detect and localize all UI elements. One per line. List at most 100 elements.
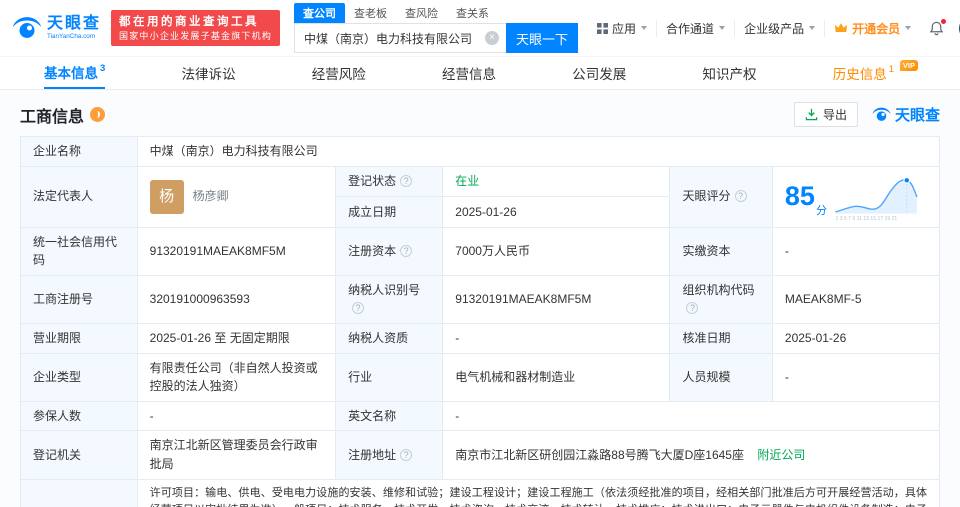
- info-icon[interactable]: ?: [400, 448, 413, 461]
- table-row: 营业期限 2025-01-26 至 无固定期限 纳税人资质 - 核准日期 202…: [20, 322, 941, 354]
- notification-bell[interactable]: [920, 17, 953, 36]
- tab-basic-info[interactable]: 基本信息 3: [44, 57, 106, 89]
- field-value-reg-authority: 南京江北新区管理委员会行政审批局: [136, 430, 337, 480]
- export-button[interactable]: 导出: [793, 102, 858, 127]
- menu-apps[interactable]: 应用: [588, 20, 656, 37]
- field-label-business-term: 营业期限: [20, 322, 138, 354]
- field-value-legal-rep: 杨 杨彦卿: [136, 165, 337, 228]
- field-label-staff-size: 人员规模: [669, 352, 773, 402]
- tianyancha-company-page: 天眼查 TianYanCha.com 都在用的商业查询工具 国家中小企业发展子基…: [0, 0, 960, 507]
- brand-watermark: 天眼查: [872, 104, 940, 125]
- field-label-score: 天眼评分?: [669, 165, 773, 228]
- score-axis-labels: 1 3 5 7 9 11 13 15 17 19 21: [835, 216, 897, 222]
- legal-rep-name[interactable]: 杨彦卿: [193, 187, 229, 206]
- field-label-reg-address: 注册地址?: [335, 430, 444, 480]
- tab-company-development[interactable]: 公司发展: [572, 57, 626, 89]
- field-label-english-name: 英文名称: [335, 400, 444, 432]
- tab-label: 历史信息: [832, 67, 887, 82]
- info-icon[interactable]: ?: [352, 302, 365, 315]
- main-content: 工商信息 导出 天眼查 企业名称 中煤（南京）电力科技有限公司 法定代表人 杨 …: [0, 90, 960, 507]
- tab-label: 法律诉讼: [181, 67, 236, 82]
- tab-legal-litigation[interactable]: 法律诉讼: [182, 57, 236, 89]
- menu-vip-label: 开通会员: [852, 21, 901, 36]
- field-label-legal-rep: 法定代表人: [20, 165, 138, 228]
- field-value-paid-capital: -: [771, 226, 941, 276]
- field-value-reg-capital: 7000万人民币: [442, 226, 671, 276]
- tab-intellectual-property[interactable]: 知识产权: [702, 57, 756, 89]
- notification-dot: [940, 17, 948, 25]
- chevron-down-icon: [719, 26, 726, 30]
- section-header: 工商信息 导出 天眼查: [20, 90, 940, 136]
- info-icon[interactable]: ?: [400, 244, 413, 257]
- field-label-business-scope: 经营范围: [20, 478, 138, 507]
- tianyancha-eye-icon: [12, 17, 42, 38]
- tab-label: 基本信息: [44, 66, 98, 81]
- field-value-org-code: MAEAK8MF-5: [771, 274, 941, 324]
- field-label-org-code: 组织机构代码?: [669, 274, 773, 324]
- legal-rep-avatar[interactable]: 杨: [149, 179, 184, 214]
- top-menu: 应用 合作通道 企业级产品 开通会员: [588, 15, 960, 41]
- tab-badge: 3: [100, 62, 106, 74]
- field-value-taxpayer-id: 91320191MAEAK8MF5M: [442, 274, 671, 324]
- field-label-industry: 行业: [335, 352, 444, 402]
- info-icon[interactable]: ?: [686, 302, 699, 315]
- tab-label: 公司发展: [572, 67, 627, 82]
- promo-banner[interactable]: 都在用的商业查询工具 国家中小企业发展子基金旗下机构: [111, 9, 281, 47]
- header-search: 查公司 查老板 查风险 查关系 × 天眼一下: [294, 3, 579, 53]
- search-tab-company[interactable]: 查公司: [294, 3, 346, 23]
- field-value-approval-date: 2025-01-26: [771, 322, 941, 354]
- brand-name: 天眼查: [894, 107, 940, 124]
- nearby-companies-link[interactable]: 附近公司: [757, 448, 805, 462]
- tab-operating-risk[interactable]: 经营风险: [312, 57, 366, 89]
- score-value[interactable]: 85: [785, 183, 815, 210]
- tab-label: 经营风险: [311, 67, 366, 82]
- field-value-reg-address: 南京市江北新区研创园江淼路88号腾飞大厦D座1645座 附近公司: [442, 430, 940, 480]
- tab-label: 知识产权: [702, 67, 757, 82]
- tab-history-info[interactable]: 历史信息 1 VIP: [832, 57, 918, 89]
- promo-line1: 都在用的商业查询工具: [119, 15, 260, 28]
- field-value-staff-size: -: [771, 352, 941, 402]
- tab-badge: 1: [888, 63, 894, 75]
- menu-cooperation-label: 合作通道: [666, 21, 715, 36]
- field-label-company-name: 企业名称: [20, 136, 138, 167]
- tab-operating-info[interactable]: 经营信息: [442, 57, 496, 89]
- search-input[interactable]: [294, 23, 507, 53]
- section-title: 工商信息: [20, 103, 106, 127]
- field-label-credit-code: 统一社会信用代码: [20, 226, 138, 276]
- table-row: 统一社会信用代码 91320191MAEAK8MF5M 注册资本? 7000万人…: [20, 226, 941, 276]
- menu-open-vip[interactable]: 开通会员: [824, 19, 920, 37]
- tianyancha-logo[interactable]: 天眼查 TianYanCha.com: [12, 13, 101, 43]
- field-value-credit-code: 91320191MAEAK8MF5M: [136, 226, 337, 276]
- table-row: 法定代表人 杨 杨彦卿 登记状态? 在业 天眼评分? 85 分 1 3 5 7 …: [20, 165, 941, 228]
- clear-search-icon[interactable]: ×: [485, 31, 500, 45]
- user-account[interactable]: 超级...: [953, 15, 960, 41]
- field-label-company-type: 企业类型: [20, 352, 138, 402]
- search-button[interactable]: 天眼一下: [506, 23, 579, 53]
- info-icon[interactable]: ?: [734, 190, 747, 203]
- field-value-establish-date: 2025-01-26: [442, 196, 671, 228]
- search-tab-risk[interactable]: 查风险: [396, 3, 447, 23]
- chevron-down-icon: [809, 26, 816, 30]
- field-label-establish-date: 成立日期: [335, 196, 444, 228]
- export-icon: [805, 108, 818, 121]
- table-row: 企业名称 中煤（南京）电力科技有限公司: [20, 136, 941, 167]
- menu-enterprise-label: 企业级产品: [744, 21, 805, 36]
- info-icon[interactable]: ?: [400, 175, 413, 188]
- search-tab-relation[interactable]: 查关系: [447, 3, 498, 23]
- menu-enterprise-products[interactable]: 企业级产品: [734, 19, 824, 37]
- field-label-taxpayer-quality: 纳税人资质: [335, 322, 444, 354]
- menu-cooperation[interactable]: 合作通道: [656, 19, 734, 37]
- field-value-taxpayer-quality: -: [442, 322, 671, 354]
- search-tabs: 查公司 查老板 查风险 查关系: [294, 3, 578, 23]
- audio-icon[interactable]: [90, 107, 106, 122]
- search-tab-boss[interactable]: 查老板: [345, 3, 396, 23]
- field-value-business-term: 2025-01-26 至 无固定期限: [136, 322, 337, 354]
- field-value-reg-status: 在业: [442, 165, 671, 198]
- score-trend-chart: 1 3 5 7 9 11 13 15 17 19 21: [835, 176, 918, 222]
- field-label-reg-capital: 注册资本?: [335, 226, 444, 276]
- field-value-industry: 电气机械和器材制造业: [442, 352, 671, 402]
- score-unit: 分: [815, 204, 827, 217]
- field-label-reg-authority: 登记机关: [20, 430, 138, 480]
- field-label-paid-capital: 实缴资本: [669, 226, 773, 276]
- field-label-reg-status: 登记状态?: [335, 165, 444, 198]
